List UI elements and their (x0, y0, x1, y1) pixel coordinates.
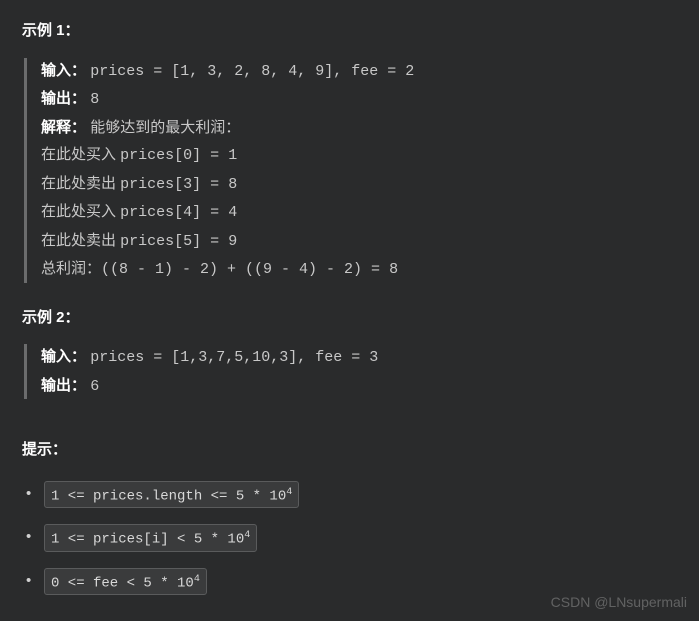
output-value: 6 (90, 378, 99, 395)
total-label: 总利润： (41, 260, 101, 277)
explain-text: 能够达到的最大利润： (90, 119, 240, 136)
example-2-input: 输入： prices = [1,3,7,5,10,3], fee = 3 (41, 344, 677, 371)
example-1-step-2: 在此处买入 prices[4] = 4 (41, 199, 677, 226)
example-2-title: 示例 2： (22, 305, 677, 331)
step-cn: 在此处卖出 (41, 175, 120, 192)
input-value: prices = [1, 3, 2, 8, 4, 9], fee = 2 (90, 63, 414, 80)
hints-list: 1 <= prices.length <= 5 * 104 1 <= price… (22, 481, 677, 596)
hint-pre: 1 <= prices.length <= 5 * 10 (51, 488, 286, 504)
output-label: 输出： (41, 90, 86, 107)
step-cn: 在此处卖出 (41, 232, 120, 249)
hint-code: 1 <= prices[i] < 5 * 104 (44, 524, 257, 552)
hint-pre: 0 <= fee < 5 * 10 (51, 575, 194, 591)
hint-code: 0 <= fee < 5 * 104 (44, 568, 207, 596)
example-1-explain: 解释： 能够达到的最大利润： (41, 115, 677, 141)
example-1-title: 示例 1： (22, 18, 677, 44)
step-code: prices[5] = 9 (120, 233, 237, 250)
watermark: CSDN @LNsupermali (551, 591, 687, 615)
input-label: 输入： (41, 348, 86, 365)
step-code: prices[4] = 4 (120, 204, 237, 221)
example-1-input: 输入： prices = [1, 3, 2, 8, 4, 9], fee = 2 (41, 58, 677, 85)
step-cn: 在此处买入 (41, 146, 120, 163)
example-1-output: 输出： 8 (41, 86, 677, 113)
total-expr: ((8 - 1) - 2) + ((9 - 4) - 2) = 8 (101, 261, 398, 278)
hint-code: 1 <= prices.length <= 5 * 104 (44, 481, 299, 509)
example-2-block: 输入： prices = [1,3,7,5,10,3], fee = 3 输出：… (24, 344, 677, 399)
step-code: prices[0] = 1 (120, 147, 237, 164)
example-1-step-3: 在此处卖出 prices[5] = 9 (41, 228, 677, 255)
step-code: prices[3] = 8 (120, 176, 237, 193)
input-label: 输入： (41, 62, 86, 79)
example-1-block: 输入： prices = [1, 3, 2, 8, 4, 9], fee = 2… (24, 58, 677, 283)
hint-sup: 4 (194, 574, 200, 585)
hint-sup: 4 (244, 530, 250, 541)
hints-title: 提示： (22, 437, 677, 463)
input-value: prices = [1,3,7,5,10,3], fee = 3 (90, 349, 378, 366)
output-label: 输出： (41, 377, 86, 394)
example-1-step-0: 在此处买入 prices[0] = 1 (41, 142, 677, 169)
example-2-output: 输出： 6 (41, 373, 677, 400)
hint-item: 1 <= prices[i] < 5 * 104 (26, 524, 677, 552)
hint-sup: 4 (286, 487, 292, 498)
example-1-step-1: 在此处卖出 prices[3] = 8 (41, 171, 677, 198)
step-cn: 在此处买入 (41, 203, 120, 220)
explain-label: 解释： (41, 119, 86, 136)
example-1-total: 总利润：((8 - 1) - 2) + ((9 - 4) - 2) = 8 (41, 256, 677, 283)
hint-pre: 1 <= prices[i] < 5 * 10 (51, 532, 244, 548)
output-value: 8 (90, 91, 99, 108)
hint-item: 1 <= prices.length <= 5 * 104 (26, 481, 677, 509)
